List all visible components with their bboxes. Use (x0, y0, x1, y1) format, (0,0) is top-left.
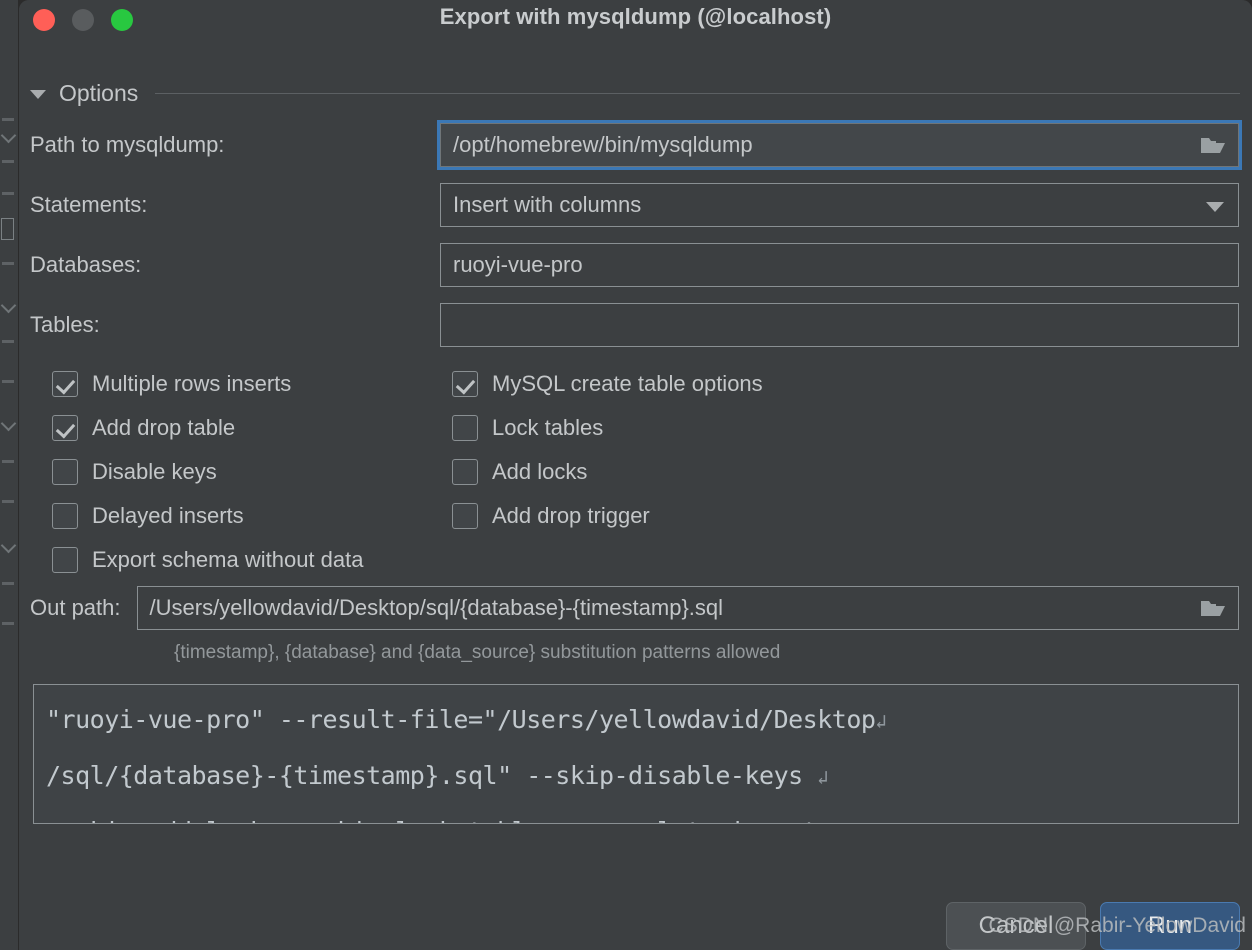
form-row-tables: Tables: (19, 303, 1252, 347)
checkbox-add-locks[interactable]: Add locks (452, 457, 587, 487)
out-path-row: Out path: /Users/yellowdavid/Desktop/sql… (19, 586, 1252, 630)
bg-tree-arrow-icon (0, 537, 17, 554)
cancel-button[interactable]: Cancel (946, 902, 1086, 950)
dialog-footer: Cancel Run (946, 902, 1240, 950)
checkbox-label: Export schema without data (92, 547, 364, 572)
section-divider (155, 93, 1240, 94)
checkbox-label: Disable keys (92, 459, 217, 484)
out-path-hint: {timestamp}, {database} and {data_source… (174, 642, 781, 663)
out-path-label: Out path: (30, 595, 121, 620)
command-line: "ruoyi-vue-pro" --result-file="/Users/ye… (46, 705, 887, 734)
export-dialog: Export with mysqldump (@localhost) Optio… (19, 0, 1252, 950)
bg-tree-row (2, 380, 14, 383)
wrap-marker-icon: ↲ (817, 767, 829, 789)
checkbox-box-icon[interactable] (452, 459, 478, 485)
bg-tree-row (2, 192, 14, 195)
checkbox-export-schema-without-data[interactable]: Export schema without data (52, 545, 363, 575)
bg-tree-box (1, 218, 14, 240)
out-path-input[interactable]: /Users/yellowdavid/Desktop/sql/{database… (136, 586, 1239, 630)
out-path-input-value: /Users/yellowdavid/Desktop/sql/{database… (149, 595, 724, 620)
checkbox-box-icon[interactable] (52, 503, 78, 529)
form-row-path: Path to mysqldump: /opt/homebrew/bin/mys… (19, 120, 1252, 170)
options-checkbox-grid: Multiple rows inserts Add drop table Dis… (30, 369, 1252, 584)
bg-tree-row (2, 500, 14, 503)
checkbox-box-checked-icon[interactable] (452, 371, 478, 397)
checkbox-label: Add drop table (92, 415, 236, 440)
statements-selected-value: Insert with columns (453, 192, 642, 217)
path-label: Path to mysqldump: (30, 132, 225, 157)
checkbox-lock-tables[interactable]: Lock tables (452, 413, 603, 443)
bg-tree-arrow-icon (0, 415, 17, 432)
checkbox-label: Add drop trigger (492, 503, 650, 528)
run-button[interactable]: Run (1100, 902, 1240, 950)
bg-tree-row (2, 582, 14, 585)
checkbox-label: Delayed inserts (92, 503, 244, 528)
checkbox-label: Lock tables (492, 415, 604, 440)
databases-input-value: ruoyi-vue-pro (453, 252, 583, 277)
folder-icon[interactable] (1200, 135, 1226, 155)
form-row-statements: Statements: Insert with columns (19, 183, 1252, 227)
checkbox-box-checked-icon[interactable] (52, 371, 78, 397)
databases-input[interactable]: ruoyi-vue-pro (440, 243, 1239, 287)
checkbox-label: Multiple rows inserts (92, 371, 292, 396)
form-row-databases: Databases: ruoyi-vue-pro (19, 243, 1252, 287)
bg-tree-row (2, 262, 14, 265)
command-preview-box[interactable]: "ruoyi-vue-pro" --result-file="/Users/ye… (33, 684, 1239, 824)
checkbox-box-icon[interactable] (452, 415, 478, 441)
checkbox-box-checked-icon[interactable] (52, 415, 78, 441)
checkbox-label: MySQL create table options (492, 371, 763, 396)
checkbox-disable-keys[interactable]: Disable keys (52, 457, 217, 487)
options-section-label: Options (59, 80, 139, 106)
tables-label: Tables: (30, 312, 100, 337)
statements-label: Statements: (30, 192, 148, 217)
bg-tree-arrow-icon (0, 297, 17, 314)
checkbox-box-icon[interactable] (52, 547, 78, 573)
checkbox-add-drop-table[interactable]: Add drop table (52, 413, 235, 443)
bg-tree-row (2, 118, 14, 121)
chevron-down-icon[interactable] (1206, 202, 1224, 212)
bg-tree-row (2, 340, 14, 343)
command-line: /sql/{database}-{timestamp}.sql" --skip-… (46, 761, 829, 790)
path-input[interactable]: /opt/homebrew/bin/mysqldump (437, 120, 1242, 170)
folder-icon[interactable] (1200, 598, 1226, 618)
path-input-value: /opt/homebrew/bin/mysqldump (453, 132, 753, 157)
checkbox-box-icon[interactable] (52, 459, 78, 485)
checkbox-label: Add locks (492, 459, 588, 484)
checkbox-delayed-inserts[interactable]: Delayed inserts (52, 501, 244, 531)
title-bar: Export with mysqldump (@localhost) (19, 0, 1252, 52)
options-section-header[interactable]: Options (30, 80, 1252, 107)
bg-tree-row (2, 622, 14, 625)
checkbox-box-icon[interactable] (452, 503, 478, 529)
window-title: Export with mysqldump (@localhost) (439, 4, 832, 29)
background-window-sliver (0, 0, 19, 950)
checkbox-multiple-rows-inserts[interactable]: Multiple rows inserts (52, 369, 291, 399)
statements-dropdown[interactable]: Insert with columns (440, 183, 1239, 227)
checkbox-mysql-create-table-options[interactable]: MySQL create table options (452, 369, 763, 399)
command-line: --skip-add-locks --skip-lock-tables --co… (46, 805, 1226, 823)
bg-tree-arrow-icon (0, 127, 17, 144)
checkbox-add-drop-trigger[interactable]: Add drop trigger (452, 501, 650, 531)
tables-input[interactable] (440, 303, 1239, 347)
wrap-marker-icon: ↲ (875, 711, 887, 733)
bg-tree-row (2, 460, 14, 463)
chevron-down-icon[interactable] (30, 90, 46, 99)
databases-label: Databases: (30, 252, 142, 277)
bg-tree-row (2, 160, 14, 163)
